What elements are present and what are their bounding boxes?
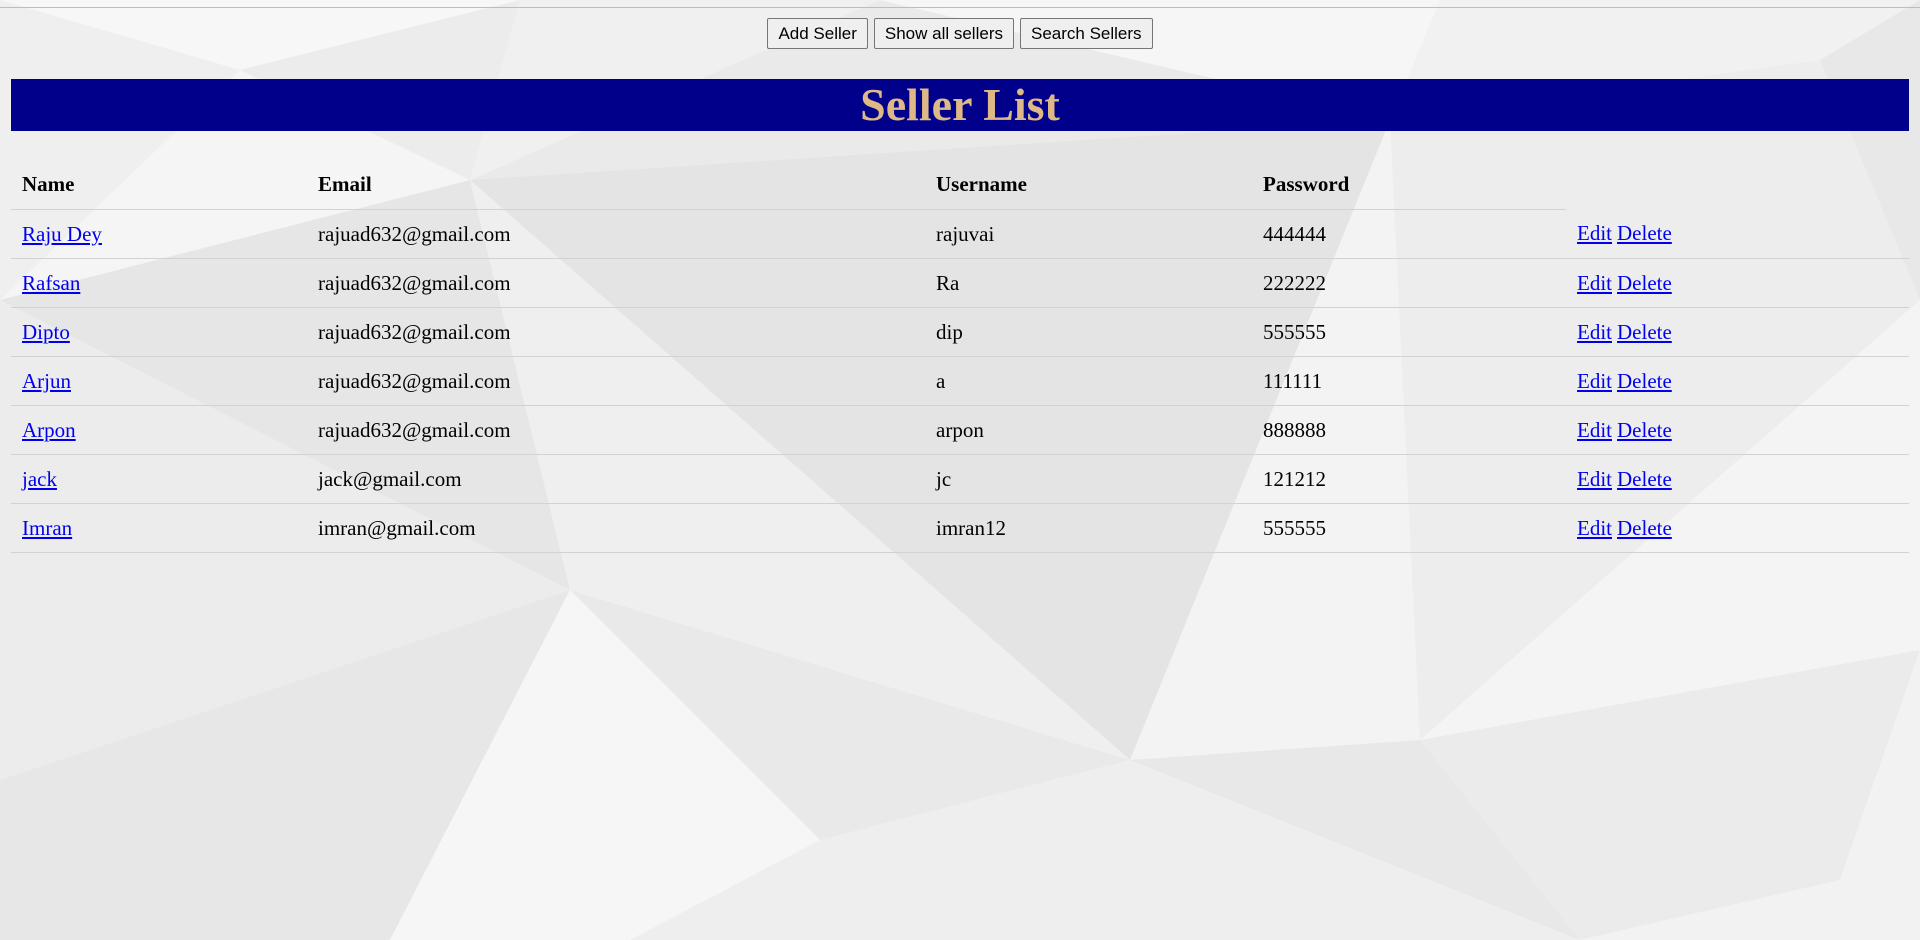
cell-username: imran12 xyxy=(925,503,1252,553)
edit-link[interactable]: Edit xyxy=(1577,418,1612,442)
page-title: Seller List xyxy=(860,79,1060,130)
header-name: Name xyxy=(11,160,307,210)
table-row: jack jack@gmail.com jc 121212 Edit Delete xyxy=(11,454,1909,504)
cell-username: arpon xyxy=(925,405,1252,455)
cell-email: imran@gmail.com xyxy=(307,503,925,553)
header-email: Email xyxy=(307,160,925,210)
edit-link[interactable]: Edit xyxy=(1577,369,1612,393)
cell-actions: Edit Delete xyxy=(1566,209,1909,259)
cell-username: Ra xyxy=(925,258,1252,308)
cell-username: jc xyxy=(925,454,1252,504)
delete-link[interactable]: Delete xyxy=(1617,516,1672,540)
page-title-banner: Seller List xyxy=(11,79,1909,131)
top-divider xyxy=(0,7,1920,8)
cell-email: rajuad632@gmail.com xyxy=(307,307,925,357)
cell-email: rajuad632@gmail.com xyxy=(307,356,925,406)
cell-name: Arjun xyxy=(11,356,307,406)
cell-actions: Edit Delete xyxy=(1566,356,1909,406)
cell-password: 121212 xyxy=(1252,454,1566,504)
seller-name-link[interactable]: jack xyxy=(22,467,57,491)
page: Add Seller Show all sellers Search Sellers… xyxy=(0,0,1920,940)
cell-username: rajuvai xyxy=(925,209,1252,259)
delete-link[interactable]: Delete xyxy=(1617,467,1672,491)
header-username: Username xyxy=(925,160,1252,210)
seller-name-link[interactable]: Arpon xyxy=(22,418,76,442)
seller-name-link[interactable]: Dipto xyxy=(22,320,70,344)
table-row: Raju Dey rajuad632@gmail.com rajuvai 444… xyxy=(11,209,1909,259)
cell-username: a xyxy=(925,356,1252,406)
cell-email: jack@gmail.com xyxy=(307,454,925,504)
header-actions xyxy=(1566,160,1909,210)
edit-link[interactable]: Edit xyxy=(1577,516,1612,540)
cell-email: rajuad632@gmail.com xyxy=(307,258,925,308)
cell-password: 222222 xyxy=(1252,258,1566,308)
seller-name-link[interactable]: Raju Dey xyxy=(22,222,102,246)
cell-password: 888888 xyxy=(1252,405,1566,455)
cell-name: Raju Dey xyxy=(11,209,307,259)
delete-link[interactable]: Delete xyxy=(1617,369,1672,393)
cell-email: rajuad632@gmail.com xyxy=(307,405,925,455)
toolbar: Add Seller Show all sellers Search Sellers xyxy=(0,18,1920,49)
seller-table: Name Email Username Password Raju Dey ra… xyxy=(11,160,1909,553)
table-row: Rafsan rajuad632@gmail.com Ra 222222 Edi… xyxy=(11,258,1909,308)
search-sellers-button[interactable]: Search Sellers xyxy=(1019,18,1153,49)
edit-link[interactable]: Edit xyxy=(1577,320,1612,344)
cell-actions: Edit Delete xyxy=(1566,405,1909,455)
seller-name-link[interactable]: Arjun xyxy=(22,369,71,393)
cell-actions: Edit Delete xyxy=(1566,503,1909,553)
header-password: Password xyxy=(1252,160,1566,210)
cell-name: Rafsan xyxy=(11,258,307,308)
cell-name: Dipto xyxy=(11,307,307,357)
show-all-sellers-button[interactable]: Show all sellers xyxy=(873,18,1014,49)
cell-password: 555555 xyxy=(1252,503,1566,553)
delete-link[interactable]: Delete xyxy=(1617,271,1672,295)
delete-link[interactable]: Delete xyxy=(1617,320,1672,344)
cell-password: 444444 xyxy=(1252,209,1566,259)
cell-password: 111111 xyxy=(1252,356,1566,406)
edit-link[interactable]: Edit xyxy=(1577,467,1612,491)
add-seller-button[interactable]: Add Seller xyxy=(767,18,868,49)
edit-link[interactable]: Edit xyxy=(1577,221,1612,245)
cell-actions: Edit Delete xyxy=(1566,454,1909,504)
seller-name-link[interactable]: Rafsan xyxy=(22,271,80,295)
cell-password: 555555 xyxy=(1252,307,1566,357)
cell-username: dip xyxy=(925,307,1252,357)
cell-name: Arpon xyxy=(11,405,307,455)
delete-link[interactable]: Delete xyxy=(1617,221,1672,245)
cell-name: Imran xyxy=(11,503,307,553)
cell-email: rajuad632@gmail.com xyxy=(307,209,925,259)
table-row: Arjun rajuad632@gmail.com a 111111 Edit D… xyxy=(11,356,1909,406)
table-row: Imran imran@gmail.com imran12 555555 Edi… xyxy=(11,503,1909,553)
cell-actions: Edit Delete xyxy=(1566,258,1909,308)
table-row: Arpon rajuad632@gmail.com arpon 888888 E… xyxy=(11,405,1909,455)
edit-link[interactable]: Edit xyxy=(1577,271,1612,295)
table-row: Dipto rajuad632@gmail.com dip 555555 Edi… xyxy=(11,307,1909,357)
seller-name-link[interactable]: Imran xyxy=(22,516,72,540)
cell-name: jack xyxy=(11,454,307,504)
cell-actions: Edit Delete xyxy=(1566,307,1909,357)
delete-link[interactable]: Delete xyxy=(1617,418,1672,442)
table-header-row: Name Email Username Password xyxy=(11,160,1909,210)
